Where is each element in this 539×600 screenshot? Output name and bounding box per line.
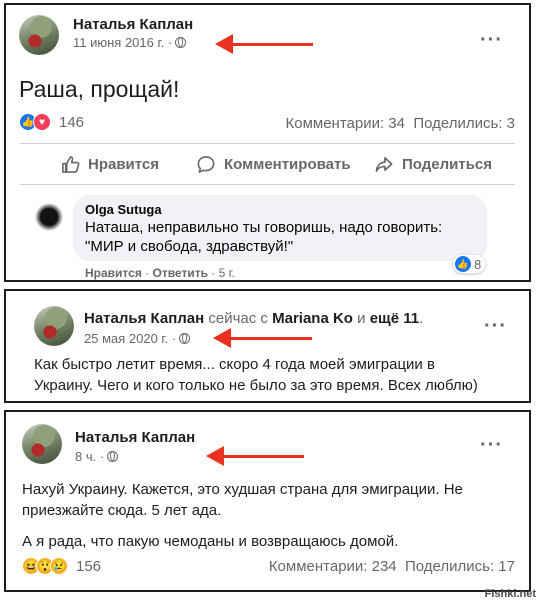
post-line: Украину. Чего и кого только не было за э… [34,377,478,394]
post-card-1: Наталья Каплан 11 июня 2016 г. · ··· Раш… [4,3,531,282]
post-text: Раша, прощай! [19,76,180,102]
tagged-others[interactable]: ещё 11 [370,310,419,327]
comment-button[interactable]: Комментировать [196,155,351,174]
share-label: Поделиться [402,156,493,173]
comment-label: Комментировать [224,156,351,173]
thumb-up-icon [62,156,80,173]
post-card-3: Наталья Каплан 8 ч. · ··· Нахуй Украину.… [4,410,531,592]
commenter-avatar[interactable] [33,201,65,233]
tagged-user[interactable]: Mariana Ko [272,310,353,327]
comment-line: "МИР и свобода, здравствуй!" [85,238,294,255]
post-line: приезжайте сюда. 5 лет ада. [22,502,222,519]
reaction-count: 156 [76,557,102,575]
post-date-text[interactable]: 25 мая 2020 г. · [84,331,176,346]
period: . [419,310,424,327]
post-date-text[interactable]: 8 ч. · [75,449,104,464]
sad-reaction-icon: 😢 [50,557,68,575]
post-line: Нахуй Украину. Кажется, это худшая стран… [22,481,463,498]
red-arrow [215,34,313,54]
author-avatar[interactable] [19,15,59,55]
globe-icon [107,451,119,462]
divider [20,184,515,185]
love-reaction-icon: ♥ [33,113,51,131]
comment-line: Наташа, неправильно ты говоришь, надо го… [85,219,443,236]
shares-count[interactable]: Поделились: 3 [413,115,515,132]
comments-count[interactable]: Комментарии: 34 [286,115,406,132]
post-date[interactable]: 8 ч. · [75,449,119,464]
comment-text: Наташа, неправильно ты говоришь, надо го… [85,218,442,256]
post-date[interactable]: 11 июня 2016 г. · [73,35,187,50]
post-stats: Комментарии: 34 Поделились: 3 [286,115,516,132]
post-date[interactable]: 25 мая 2020 г. · [84,331,191,346]
like-reaction-icon: 👍 [455,256,471,272]
comment-icon [197,156,215,173]
reactions-summary[interactable]: 👍 ♥ 146 [19,113,84,131]
author-name[interactable]: Наталья Каплан [75,429,195,446]
comment-time[interactable]: 5 г. [219,266,235,280]
author-line: Наталья Каплан сейчас с Mariana Ko и ещё… [84,310,423,327]
more-options-icon[interactable]: ··· [480,30,503,50]
author-avatar[interactable] [22,424,62,464]
globe-icon [179,333,191,344]
red-arrow [206,446,304,466]
comment-reply-link[interactable]: Ответить [153,266,208,280]
post-line: А я рада, что пакую чемоданы и возвращаю… [22,533,399,550]
post-text: Нахуй Украину. Кажется, это худшая стран… [22,479,463,552]
post-line: Как быстро летит время... скоро 4 года м… [34,356,435,373]
share-icon [375,157,393,172]
post-date-text[interactable]: 11 июня 2016 г. · [73,35,172,50]
reaction-count: 146 [59,113,85,131]
comment-reaction-count: 8 [474,256,482,272]
comment-reactions[interactable]: 👍 8 [453,255,486,273]
commenter-name[interactable]: Olga Sutuga [85,202,162,217]
reactions-summary[interactable]: 😆 😲 😢 156 [22,557,101,575]
author-avatar[interactable] [34,306,74,346]
with-prefix: сейчас с [208,310,268,327]
author-name[interactable]: Наталья Каплан [73,16,193,33]
red-arrow [213,328,312,348]
watermark: Fishki.net [484,588,536,600]
author-name[interactable]: Наталья Каплан [84,310,204,327]
comment-like-link[interactable]: Нравится [85,266,142,280]
like-button[interactable]: Нравится [61,155,159,174]
shares-count[interactable]: Поделились: 17 [405,558,515,575]
post-stats: Комментарии: 234 Поделились: 17 [269,558,515,575]
and-text: и [357,310,366,327]
post-card-2: Наталья Каплан сейчас с Mariana Ko и ещё… [4,289,531,403]
post-text: Как быстро летит время... скоро 4 года м… [34,354,478,396]
divider [20,143,515,144]
comment-bubble: Olga Sutuga Наташа, неправильно ты говор… [73,195,487,261]
comment-actions: Нравится · Ответить · 5 г. [85,266,235,280]
share-button[interactable]: Поделиться [374,155,492,174]
globe-icon [175,37,187,48]
more-options-icon[interactable]: ··· [480,435,503,455]
like-label: Нравится [88,156,160,173]
more-options-icon[interactable]: ··· [484,316,507,336]
comments-count[interactable]: Комментарии: 234 [269,558,397,575]
